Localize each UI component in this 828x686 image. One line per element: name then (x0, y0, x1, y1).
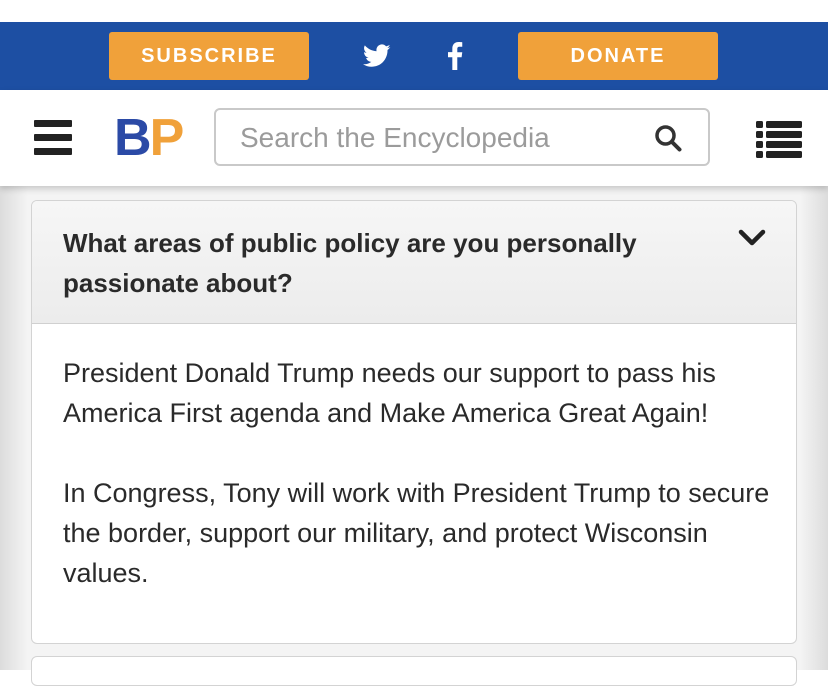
chevron-down-icon[interactable] (738, 227, 766, 249)
search-input[interactable] (238, 118, 642, 158)
subscribe-button[interactable]: SUBSCRIBE (109, 32, 309, 80)
search-icon[interactable] (654, 124, 682, 152)
status-strip (0, 0, 828, 22)
site-header: BP (0, 90, 828, 186)
donate-button[interactable]: DONATE (518, 32, 718, 80)
answer-paragraph-2: In Congress, Tony will work with Preside… (63, 478, 770, 588)
twitter-icon[interactable] (359, 38, 395, 74)
search-box (214, 108, 710, 166)
hamburger-menu-icon[interactable] (34, 120, 72, 158)
accordion-card: What areas of public policy are you pers… (31, 200, 797, 644)
logo-letter-p: P (149, 109, 185, 167)
answer-paragraph-1: President Donald Trump needs our support… (63, 358, 716, 428)
top-bar: SUBSCRIBE DONATE (0, 22, 828, 90)
site-logo[interactable]: BP (114, 108, 185, 168)
accordion-header[interactable]: What areas of public policy are you pers… (32, 201, 796, 324)
next-accordion-card[interactable] (31, 656, 797, 686)
accordion-question: What areas of public policy are you pers… (63, 228, 637, 298)
accordion-answer: President Donald Trump needs our support… (63, 353, 783, 633)
list-icon[interactable] (756, 120, 802, 160)
facebook-icon[interactable] (437, 38, 473, 74)
logo-letter-b: B (114, 109, 152, 167)
